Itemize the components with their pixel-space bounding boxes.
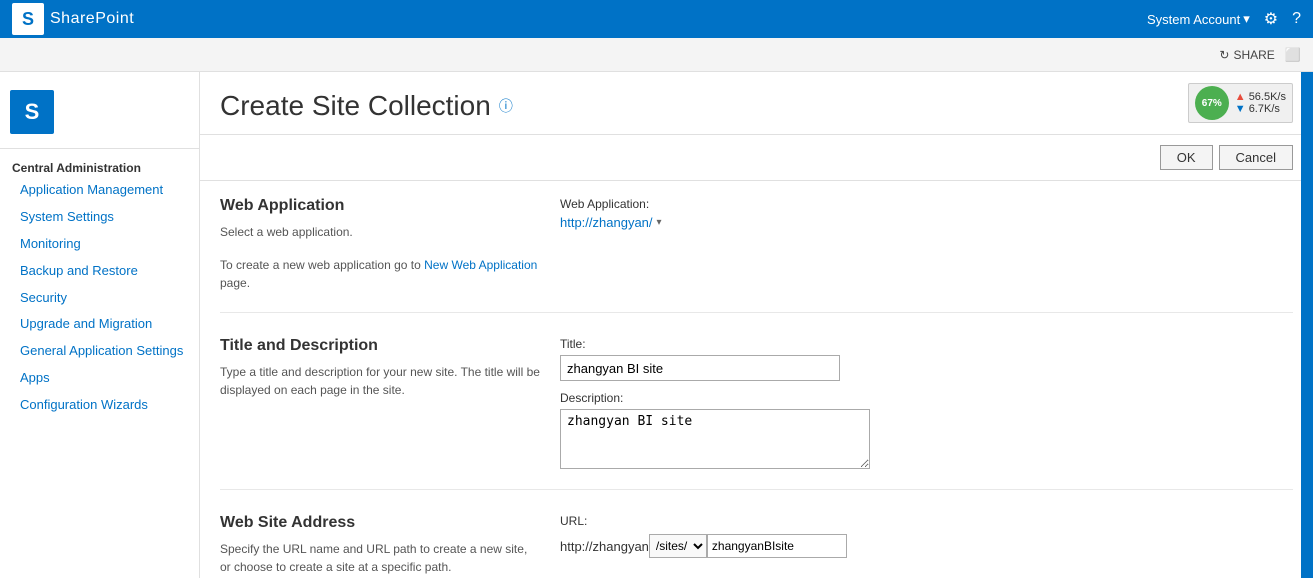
sidebar-item-apps[interactable]: Apps [0,365,199,392]
share-icon: ↻ [1219,48,1229,62]
title-description-right: Title: Description: [560,337,1293,469]
web-app-url[interactable]: http://zhangyan/ [560,215,653,230]
page-title: Create Site Collection [220,90,491,122]
sidebar-section-header: Central Administration [0,157,199,177]
top-bar-right: System Account ▾ ⚙ ? [1147,9,1301,29]
sidebar-sp-icon: S [10,90,54,134]
web-app-field-label: Web Application: [560,197,1293,211]
sidebar-item-monitoring[interactable]: Monitoring [0,231,199,258]
secondary-bar: ↻ SHARE ⬜ [0,38,1313,72]
network-stats: ▲ 56.5K/s ▼ 6.7K/s [1235,91,1286,115]
ok-button[interactable]: OK [1160,145,1213,170]
title-description-left: Title and Description Type a title and d… [220,337,540,469]
url-field-label: URL: [560,514,1293,528]
sharepoint-logo[interactable]: S SharePoint [12,3,134,35]
website-address-section: Web Site Address Specify the URL name an… [220,514,1293,578]
form-area: Web Application Select a web application… [200,181,1313,578]
sidebar-item-configuration-wizards[interactable]: Configuration Wizards [0,392,199,419]
main-layout: S Central Administration Application Man… [0,72,1313,578]
url-row: http://zhangyan /sites/ [560,534,1293,558]
sidebar-item-system-settings[interactable]: System Settings [0,204,199,231]
description-field-label: Description: [560,391,1293,405]
help-icon[interactable]: ? [1292,10,1301,28]
website-address-left: Web Site Address Specify the URL name an… [220,514,540,576]
web-app-dropdown[interactable]: http://zhangyan/ ▾ [560,215,662,230]
sidebar-item-backup-restore[interactable]: Backup and Restore [0,258,199,285]
page-info-icon[interactable]: ⓘ [499,96,513,116]
description-textarea[interactable] [560,409,870,469]
website-address-right: URL: http://zhangyan /sites/ [560,514,1293,576]
web-application-right: Web Application: http://zhangyan/ ▾ [560,197,1293,292]
download-stat: ▼ 6.7K/s [1235,103,1286,115]
share-button[interactable]: ↻ SHARE [1219,48,1274,62]
page-icon[interactable]: ⬜ [1285,47,1301,63]
upload-stat: ▲ 56.5K/s [1235,91,1286,103]
url-base: http://zhangyan [560,539,649,554]
website-address-desc: Specify the URL name and URL path to cre… [220,540,540,576]
title-description-title: Title and Description [220,337,540,355]
network-widget: 67% ▲ 56.5K/s ▼ 6.7K/s [1188,83,1293,123]
sidebar-item-general-application-settings[interactable]: General Application Settings [0,338,199,365]
content-area: Create Site Collection ⓘ 67% ▲ 56.5K/s ▼… [200,72,1313,578]
upload-arrow-icon: ▲ [1235,91,1246,103]
logo-text: SharePoint [50,10,134,28]
web-application-left: Web Application Select a web application… [220,197,540,292]
top-nav-bar: S SharePoint System Account ▾ ⚙ ? [0,0,1313,38]
sidebar-item-upgrade-migration[interactable]: Upgrade and Migration [0,311,199,338]
action-buttons: OK Cancel [200,135,1313,181]
cancel-button[interactable]: Cancel [1219,145,1293,170]
url-path-input[interactable] [707,534,847,558]
title-field-label: Title: [560,337,1293,351]
title-input[interactable] [560,355,840,381]
system-account-menu[interactable]: System Account ▾ [1147,11,1250,27]
title-description-section: Title and Description Type a title and d… [220,337,1293,490]
sidebar-logo-letter: S [25,99,40,125]
sidebar-logo-area: S [0,82,199,149]
network-circle: 67% [1195,86,1229,120]
gear-icon[interactable]: ⚙ [1264,9,1278,29]
logo-icon: S [12,3,44,35]
right-edge-bar [1301,72,1313,578]
web-app-chevron-icon: ▾ [657,217,662,228]
top-bar-left: S SharePoint [12,3,134,35]
website-address-title: Web Site Address [220,514,540,532]
sidebar-item-security[interactable]: Security [0,285,199,312]
web-application-title: Web Application [220,197,540,215]
sidebar-item-application-management[interactable]: Application Management [0,177,199,204]
web-application-section: Web Application Select a web application… [220,197,1293,313]
title-description-desc: Type a title and description for your ne… [220,363,540,399]
new-web-application-link[interactable]: New Web Application [424,258,537,272]
url-segment-select[interactable]: /sites/ [649,534,707,558]
web-application-desc1: Select a web application. [220,223,540,241]
web-app-field-value: http://zhangyan/ ▾ [560,215,1293,230]
web-application-desc2: To create a new web application go to Ne… [220,256,540,292]
sidebar: S Central Administration Application Man… [0,72,200,578]
page-header: Create Site Collection ⓘ 67% ▲ 56.5K/s ▼… [200,72,1313,135]
download-arrow-icon: ▼ [1235,103,1246,115]
